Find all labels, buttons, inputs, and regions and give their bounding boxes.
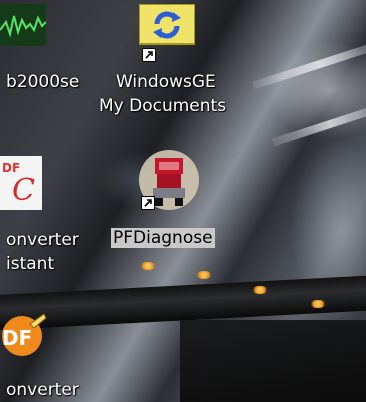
wallpaper-light — [310, 300, 326, 308]
wallpaper-light — [196, 271, 212, 279]
shortcut-arrow-icon — [141, 196, 155, 210]
icon-label-line2: istant — [6, 254, 55, 274]
icon-label: b2000se — [6, 72, 80, 92]
wallpaper-light — [252, 286, 268, 294]
truck-icon — [137, 148, 201, 212]
icon-label-line1: WindowsGE — [116, 72, 216, 92]
wallpaper-light — [140, 262, 156, 270]
icon-label-line2: My Documents — [99, 96, 227, 116]
icon-label: onverter — [6, 380, 79, 400]
icon-label: PFDiagnose — [111, 228, 215, 248]
desktop-background: b2000se WindowsGE My Documents DF C onve… — [0, 0, 366, 402]
icon-label-line1: onverter — [6, 230, 79, 250]
pdf-edit-icon: DF — [0, 312, 48, 360]
svg-text:DF: DF — [2, 326, 32, 350]
wallpaper-stripe — [271, 101, 366, 147]
wallpaper-stripe — [252, 38, 366, 90]
svg-text:C: C — [12, 173, 35, 208]
wallpaper-shadow — [180, 320, 366, 402]
audio-waveform-icon — [0, 2, 47, 48]
shortcut-arrow-icon — [142, 48, 156, 62]
sync-folder-icon — [138, 3, 196, 62]
pdf-converter-icon: DF C — [0, 156, 42, 210]
